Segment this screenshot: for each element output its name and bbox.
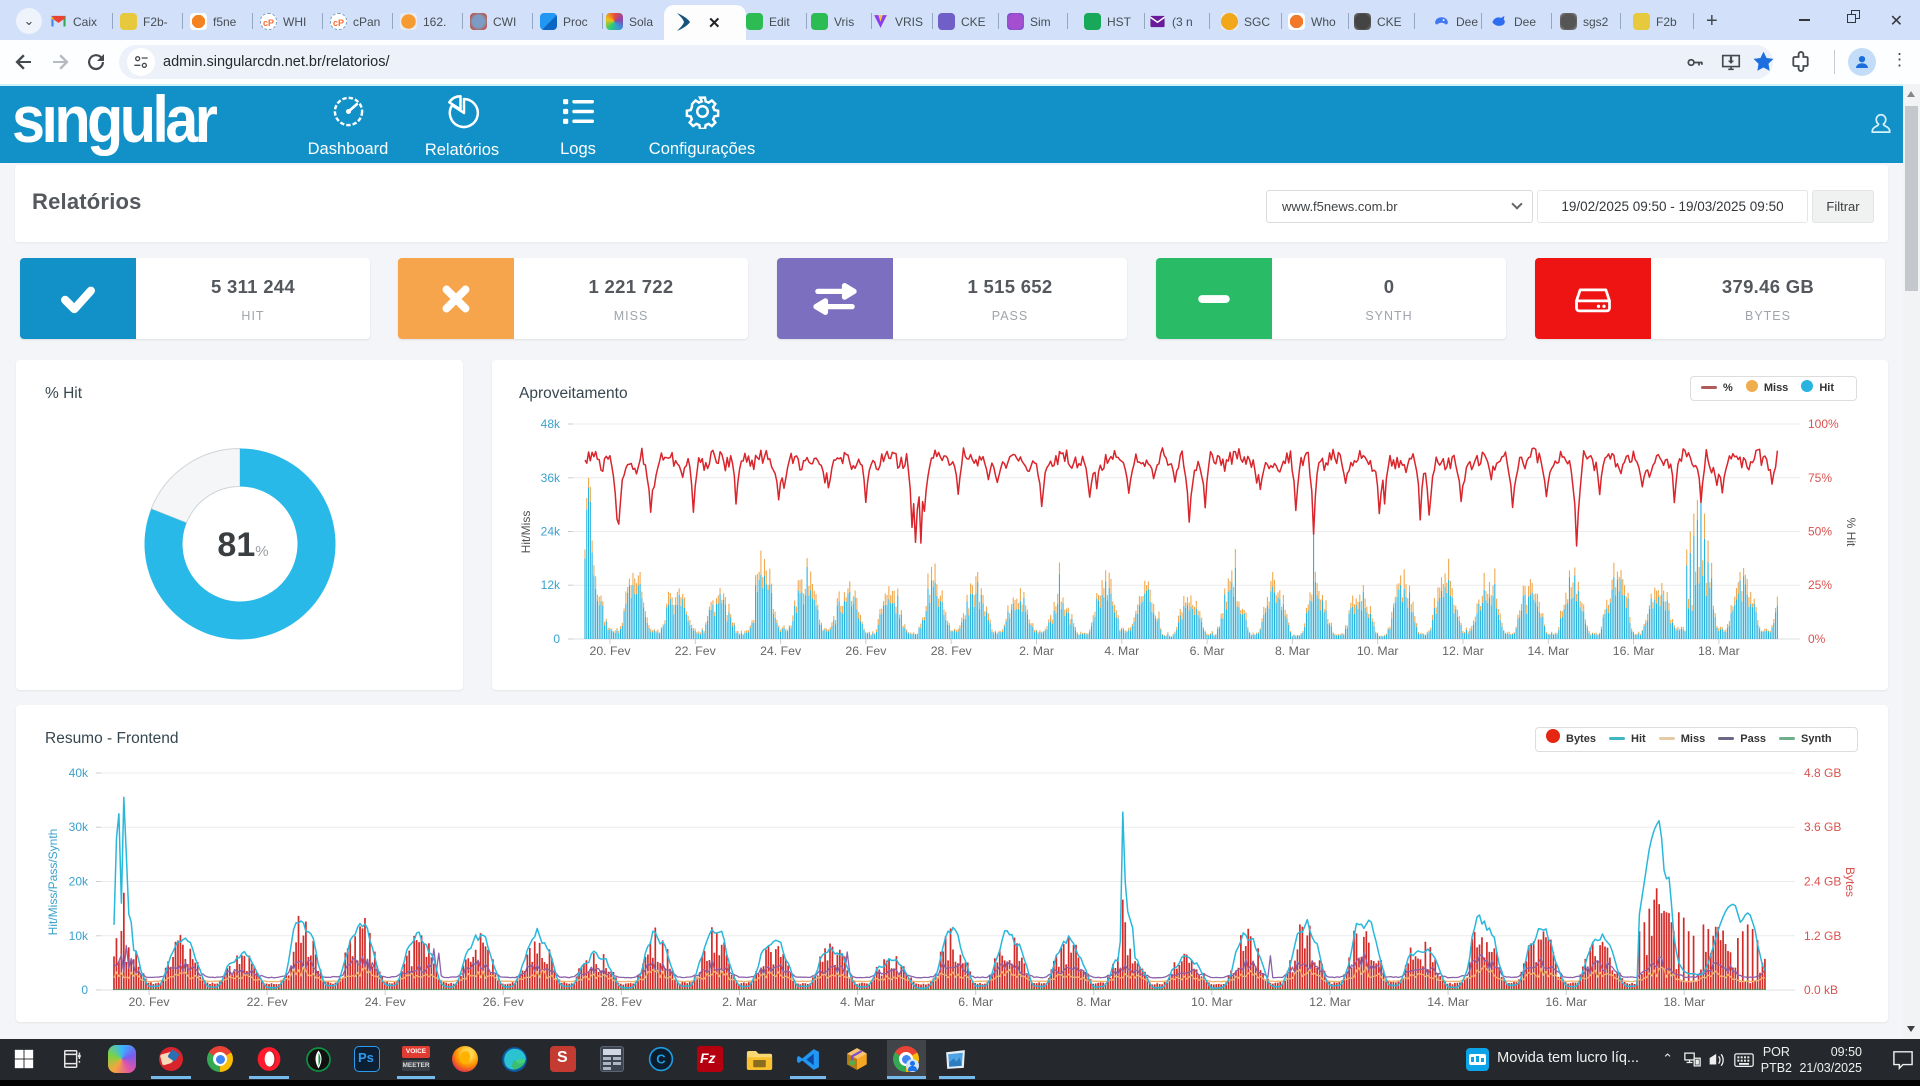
svg-text:48k: 48k: [541, 417, 561, 431]
svg-text:14. Mar: 14. Mar: [1527, 644, 1569, 658]
svg-text:30k: 30k: [69, 820, 89, 834]
svg-text:2. Mar: 2. Mar: [1019, 644, 1054, 658]
svg-text:75%: 75%: [1808, 471, 1832, 485]
svg-text:2. Mar: 2. Mar: [722, 995, 757, 1009]
svg-text:100%: 100%: [1808, 417, 1839, 431]
svg-text:3.6 GB: 3.6 GB: [1804, 820, 1841, 834]
svg-text:0%: 0%: [1808, 632, 1826, 646]
svg-text:Bytes: Bytes: [1843, 867, 1857, 897]
svg-text:10. Mar: 10. Mar: [1191, 995, 1233, 1009]
svg-text:26. Fev: 26. Fev: [483, 995, 525, 1009]
svg-text:36k: 36k: [541, 471, 561, 485]
svg-text:20. Fev: 20. Fev: [128, 995, 170, 1009]
svg-text:22. Fev: 22. Fev: [247, 995, 289, 1009]
svg-text:22. Fev: 22. Fev: [675, 644, 717, 658]
svg-text:C: C: [656, 1051, 666, 1066]
svg-text:6. Mar: 6. Mar: [1190, 644, 1225, 658]
svg-text:24. Fev: 24. Fev: [365, 995, 407, 1009]
svg-text:12k: 12k: [541, 578, 561, 592]
svg-text:1.2 GB: 1.2 GB: [1804, 929, 1841, 943]
svg-text:12. Mar: 12. Mar: [1309, 995, 1351, 1009]
svg-text:25%: 25%: [1808, 578, 1832, 592]
svg-text:0: 0: [553, 632, 560, 646]
svg-text:24k: 24k: [541, 525, 561, 539]
svg-text:6. Mar: 6. Mar: [958, 995, 993, 1009]
svg-text:10. Mar: 10. Mar: [1357, 644, 1399, 658]
svg-text:18. Mar: 18. Mar: [1663, 995, 1705, 1009]
svg-text:Hit/Miss: Hit/Miss: [519, 511, 533, 554]
svg-text:20. Fev: 20. Fev: [589, 644, 631, 658]
svg-text:0: 0: [81, 983, 88, 997]
svg-text:4.8 GB: 4.8 GB: [1804, 766, 1841, 780]
svg-text:18. Mar: 18. Mar: [1698, 644, 1740, 658]
svg-text:8. Mar: 8. Mar: [1275, 644, 1310, 658]
svg-text:40k: 40k: [69, 766, 89, 780]
svg-text:0.0 kB: 0.0 kB: [1804, 983, 1838, 997]
svg-text:28. Fev: 28. Fev: [931, 644, 973, 658]
svg-text:8. Mar: 8. Mar: [1076, 995, 1111, 1009]
svg-text:4. Mar: 4. Mar: [1104, 644, 1139, 658]
svg-text:10k: 10k: [69, 929, 89, 943]
svg-text:81%: 81%: [217, 526, 268, 564]
svg-text:4. Mar: 4. Mar: [840, 995, 875, 1009]
svg-text:2.4 GB: 2.4 GB: [1804, 875, 1841, 889]
svg-text:50%: 50%: [1808, 525, 1832, 539]
svg-text:14. Mar: 14. Mar: [1427, 995, 1469, 1009]
svg-text:16. Mar: 16. Mar: [1613, 644, 1655, 658]
svg-text:12. Mar: 12. Mar: [1442, 644, 1484, 658]
svg-text:% Hit: % Hit: [1844, 518, 1858, 547]
svg-text:16. Mar: 16. Mar: [1545, 995, 1587, 1009]
svg-text:28. Fev: 28. Fev: [601, 995, 643, 1009]
svg-text:26. Fev: 26. Fev: [845, 644, 887, 658]
svg-text:Hit/Miss/Pass/Synth: Hit/Miss/Pass/Synth: [46, 829, 60, 936]
svg-text:24. Fev: 24. Fev: [760, 644, 802, 658]
svg-text:20k: 20k: [69, 875, 89, 889]
